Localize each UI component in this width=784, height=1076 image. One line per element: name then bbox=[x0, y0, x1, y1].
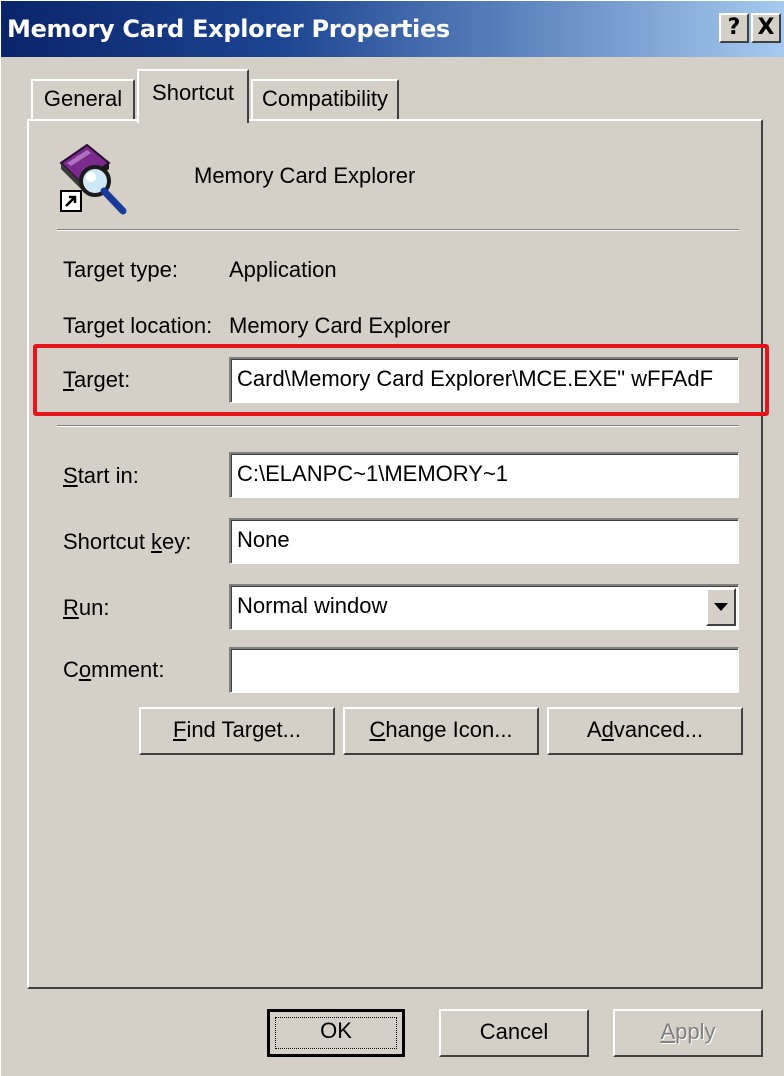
separator-top bbox=[57, 229, 739, 231]
chevron-down-icon[interactable] bbox=[706, 588, 736, 626]
ok-button[interactable]: OK bbox=[267, 1009, 405, 1057]
comment-label: Comment: bbox=[63, 657, 165, 682]
run-select[interactable]: Normal window bbox=[229, 584, 739, 630]
target-location-label: Target location: bbox=[63, 313, 213, 338]
close-button[interactable]: X bbox=[751, 13, 781, 43]
shortcut-key-label: Shortcut key: bbox=[63, 529, 192, 554]
highlight-box bbox=[33, 344, 769, 416]
find-target-button[interactable]: Find Target... bbox=[139, 707, 335, 755]
tab-compatibility[interactable]: Compatibility bbox=[251, 79, 399, 119]
change-icon-button[interactable]: Change Icon... bbox=[343, 707, 539, 755]
shortcut-key-field[interactable]: None bbox=[229, 518, 739, 564]
start-in-field[interactable]: C:\ELANPC~1\MEMORY~1 bbox=[229, 452, 739, 498]
tab-general[interactable]: General bbox=[31, 79, 135, 119]
target-location-value: Memory Card Explorer bbox=[229, 313, 451, 338]
title-bar[interactable]: Memory Card Explorer Properties ? X bbox=[1, 1, 784, 57]
apply-button[interactable]: Apply bbox=[613, 1009, 763, 1057]
properties-dialog: Memory Card Explorer Properties ? X Gene… bbox=[0, 0, 784, 1076]
separator-middle bbox=[57, 425, 739, 427]
memory-card-magnifier-icon bbox=[57, 141, 133, 217]
comment-field[interactable] bbox=[229, 647, 739, 693]
target-type-value: Application bbox=[229, 257, 337, 282]
start-in-label: Start in: bbox=[63, 463, 139, 488]
run-label: Run: bbox=[63, 595, 110, 620]
target-type-label: Target type: bbox=[63, 257, 178, 282]
tab-shortcut[interactable]: Shortcut bbox=[137, 69, 249, 123]
advanced-button[interactable]: Advanced... bbox=[547, 707, 743, 755]
app-name: Memory Card Explorer bbox=[194, 163, 416, 188]
run-selected-value: Normal window bbox=[237, 593, 388, 618]
cancel-button[interactable]: Cancel bbox=[439, 1009, 589, 1057]
window-title: Memory Card Explorer Properties bbox=[7, 15, 450, 43]
help-button[interactable]: ? bbox=[719, 13, 749, 43]
